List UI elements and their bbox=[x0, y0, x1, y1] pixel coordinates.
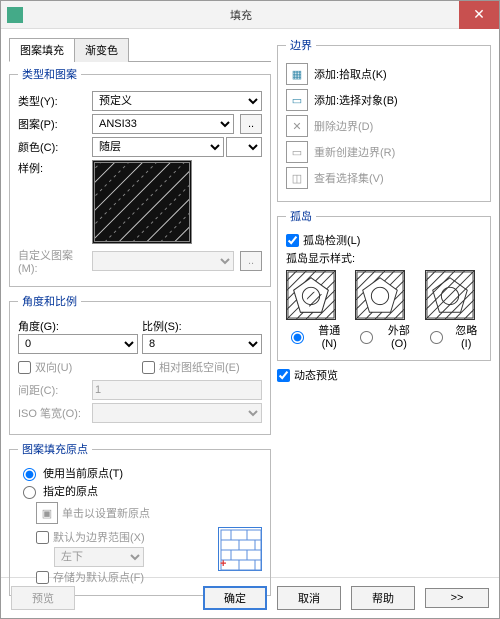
group-boundary: 边界 ▦ 添加:拾取点(K) ▭ 添加:选择对象(B) ✕ 删除边界(D) ▭ 重新创建… bbox=[277, 37, 491, 202]
store-default-checkbox bbox=[36, 571, 49, 584]
island-ignore-image[interactable] bbox=[425, 270, 475, 320]
pattern-label: 图案(P): bbox=[18, 116, 88, 132]
store-default-label: 存储为默认原点(F) bbox=[53, 569, 144, 585]
tab-hatch[interactable]: 图案填充 bbox=[9, 38, 75, 62]
spacing-label: 间距(C): bbox=[18, 382, 88, 398]
close-button[interactable]: ✕ bbox=[459, 1, 499, 29]
window-title: 填充 bbox=[23, 7, 459, 23]
add-select-objects-button[interactable]: ▭ bbox=[286, 89, 308, 111]
group-island: 孤岛 孤岛检测(L) 孤岛显示样式: 普通(N) bbox=[277, 208, 491, 361]
scale-select[interactable]: 8 bbox=[142, 334, 262, 354]
view-selection-label: 查看选择集(V) bbox=[314, 170, 384, 186]
island-ignore-radio[interactable] bbox=[430, 331, 443, 344]
island-detect-label: 孤岛检测(L) bbox=[303, 232, 360, 248]
legend-angle: 角度和比例 bbox=[18, 293, 81, 309]
expand-button[interactable]: >> bbox=[425, 588, 489, 608]
extent-pos-select: 左下 bbox=[54, 547, 144, 567]
dynamic-preview-checkbox[interactable] bbox=[277, 369, 290, 382]
default-extent-label: 默认为边界范围(X) bbox=[53, 529, 145, 545]
cancel-button[interactable]: 取消 bbox=[277, 586, 341, 610]
legend-island: 孤岛 bbox=[286, 208, 316, 224]
spacing-input bbox=[92, 380, 262, 400]
use-current-origin-label: 使用当前原点(T) bbox=[43, 465, 123, 481]
custom-pattern-select bbox=[92, 251, 234, 271]
tab-gradient[interactable]: 渐变色 bbox=[74, 38, 129, 62]
recreate-boundary-label: 重新创建边界(R) bbox=[314, 144, 395, 160]
remove-boundary-label: 删除边界(D) bbox=[314, 118, 373, 134]
double-label: 双向(U) bbox=[35, 359, 72, 375]
view-selection-button: ◫ bbox=[286, 167, 308, 189]
bg-color-select[interactable] bbox=[226, 137, 262, 157]
pattern-select[interactable]: ANSI33 bbox=[92, 114, 234, 134]
type-select[interactable]: 预定义 bbox=[92, 91, 262, 111]
scale-label: 比例(S): bbox=[142, 318, 262, 334]
legend-origin: 图案填充原点 bbox=[18, 441, 92, 457]
custom-pattern-label: 自定义图案(M): bbox=[18, 247, 88, 275]
island-style-label: 孤岛显示样式: bbox=[286, 250, 482, 266]
click-set-origin-icon: ▣ bbox=[36, 502, 58, 524]
ok-button[interactable]: 确定 bbox=[203, 586, 267, 610]
color-select[interactable]: 随层 bbox=[92, 137, 224, 157]
paperspace-checkbox bbox=[142, 361, 155, 374]
help-button[interactable]: 帮助 bbox=[351, 586, 415, 610]
island-outer-label: 外部(O) bbox=[380, 322, 417, 350]
island-outer-image[interactable] bbox=[355, 270, 405, 320]
island-normal-radio[interactable] bbox=[291, 331, 304, 344]
custom-pattern-browse: .. bbox=[240, 251, 262, 271]
island-normal-label: 普通(N) bbox=[311, 322, 347, 350]
add-pick-points-label: 添加:拾取点(K) bbox=[314, 66, 387, 82]
add-select-objects-label: 添加:选择对象(B) bbox=[314, 92, 398, 108]
angle-select[interactable]: 0 bbox=[18, 334, 138, 354]
isowidth-select bbox=[92, 403, 262, 423]
plus-icon: + bbox=[220, 558, 226, 570]
pattern-swatch[interactable] bbox=[92, 160, 192, 244]
double-checkbox bbox=[18, 361, 31, 374]
specified-origin-label: 指定的原点 bbox=[43, 483, 98, 499]
group-origin: 图案填充原点 使用当前原点(T) 指定的原点 ▣ 单击以设置新原点 默认为边界范… bbox=[9, 441, 271, 596]
legend-boundary: 边界 bbox=[286, 37, 316, 53]
paperspace-label: 相对图纸空间(E) bbox=[159, 359, 240, 375]
group-type-pattern: 类型和图案 类型(Y): 预定义 图案(P): ANSI33 .. 颜色(C):… bbox=[9, 66, 271, 287]
angle-label: 角度(G): bbox=[18, 318, 138, 334]
type-label: 类型(Y): bbox=[18, 93, 88, 109]
use-current-origin-radio[interactable] bbox=[23, 468, 36, 481]
pattern-browse-button[interactable]: .. bbox=[240, 114, 262, 134]
specified-origin-radio[interactable] bbox=[23, 486, 36, 499]
island-detect-checkbox[interactable] bbox=[286, 234, 299, 247]
isowidth-label: ISO 笔宽(O): bbox=[18, 405, 88, 421]
add-pick-points-button[interactable]: ▦ bbox=[286, 63, 308, 85]
dynamic-preview-label: 动态预览 bbox=[294, 367, 338, 383]
legend-type: 类型和图案 bbox=[18, 66, 81, 82]
click-set-origin-label: 单击以设置新原点 bbox=[62, 505, 150, 521]
color-label: 颜色(C): bbox=[18, 139, 88, 155]
island-outer-radio[interactable] bbox=[360, 331, 373, 344]
island-ignore-label: 忽略(I) bbox=[450, 322, 482, 350]
sample-label: 样例: bbox=[18, 160, 88, 176]
remove-boundary-button: ✕ bbox=[286, 115, 308, 137]
default-extent-checkbox bbox=[36, 531, 49, 544]
recreate-boundary-button: ▭ bbox=[286, 141, 308, 163]
preview-button[interactable]: 预览 bbox=[11, 586, 75, 610]
origin-preview: + bbox=[218, 527, 262, 571]
group-angle-scale: 角度和比例 角度(G): 0 比例(S): 8 双向(U) 相对图纸空间(E) … bbox=[9, 293, 271, 435]
app-icon bbox=[7, 7, 23, 23]
island-normal-image[interactable] bbox=[286, 270, 336, 320]
